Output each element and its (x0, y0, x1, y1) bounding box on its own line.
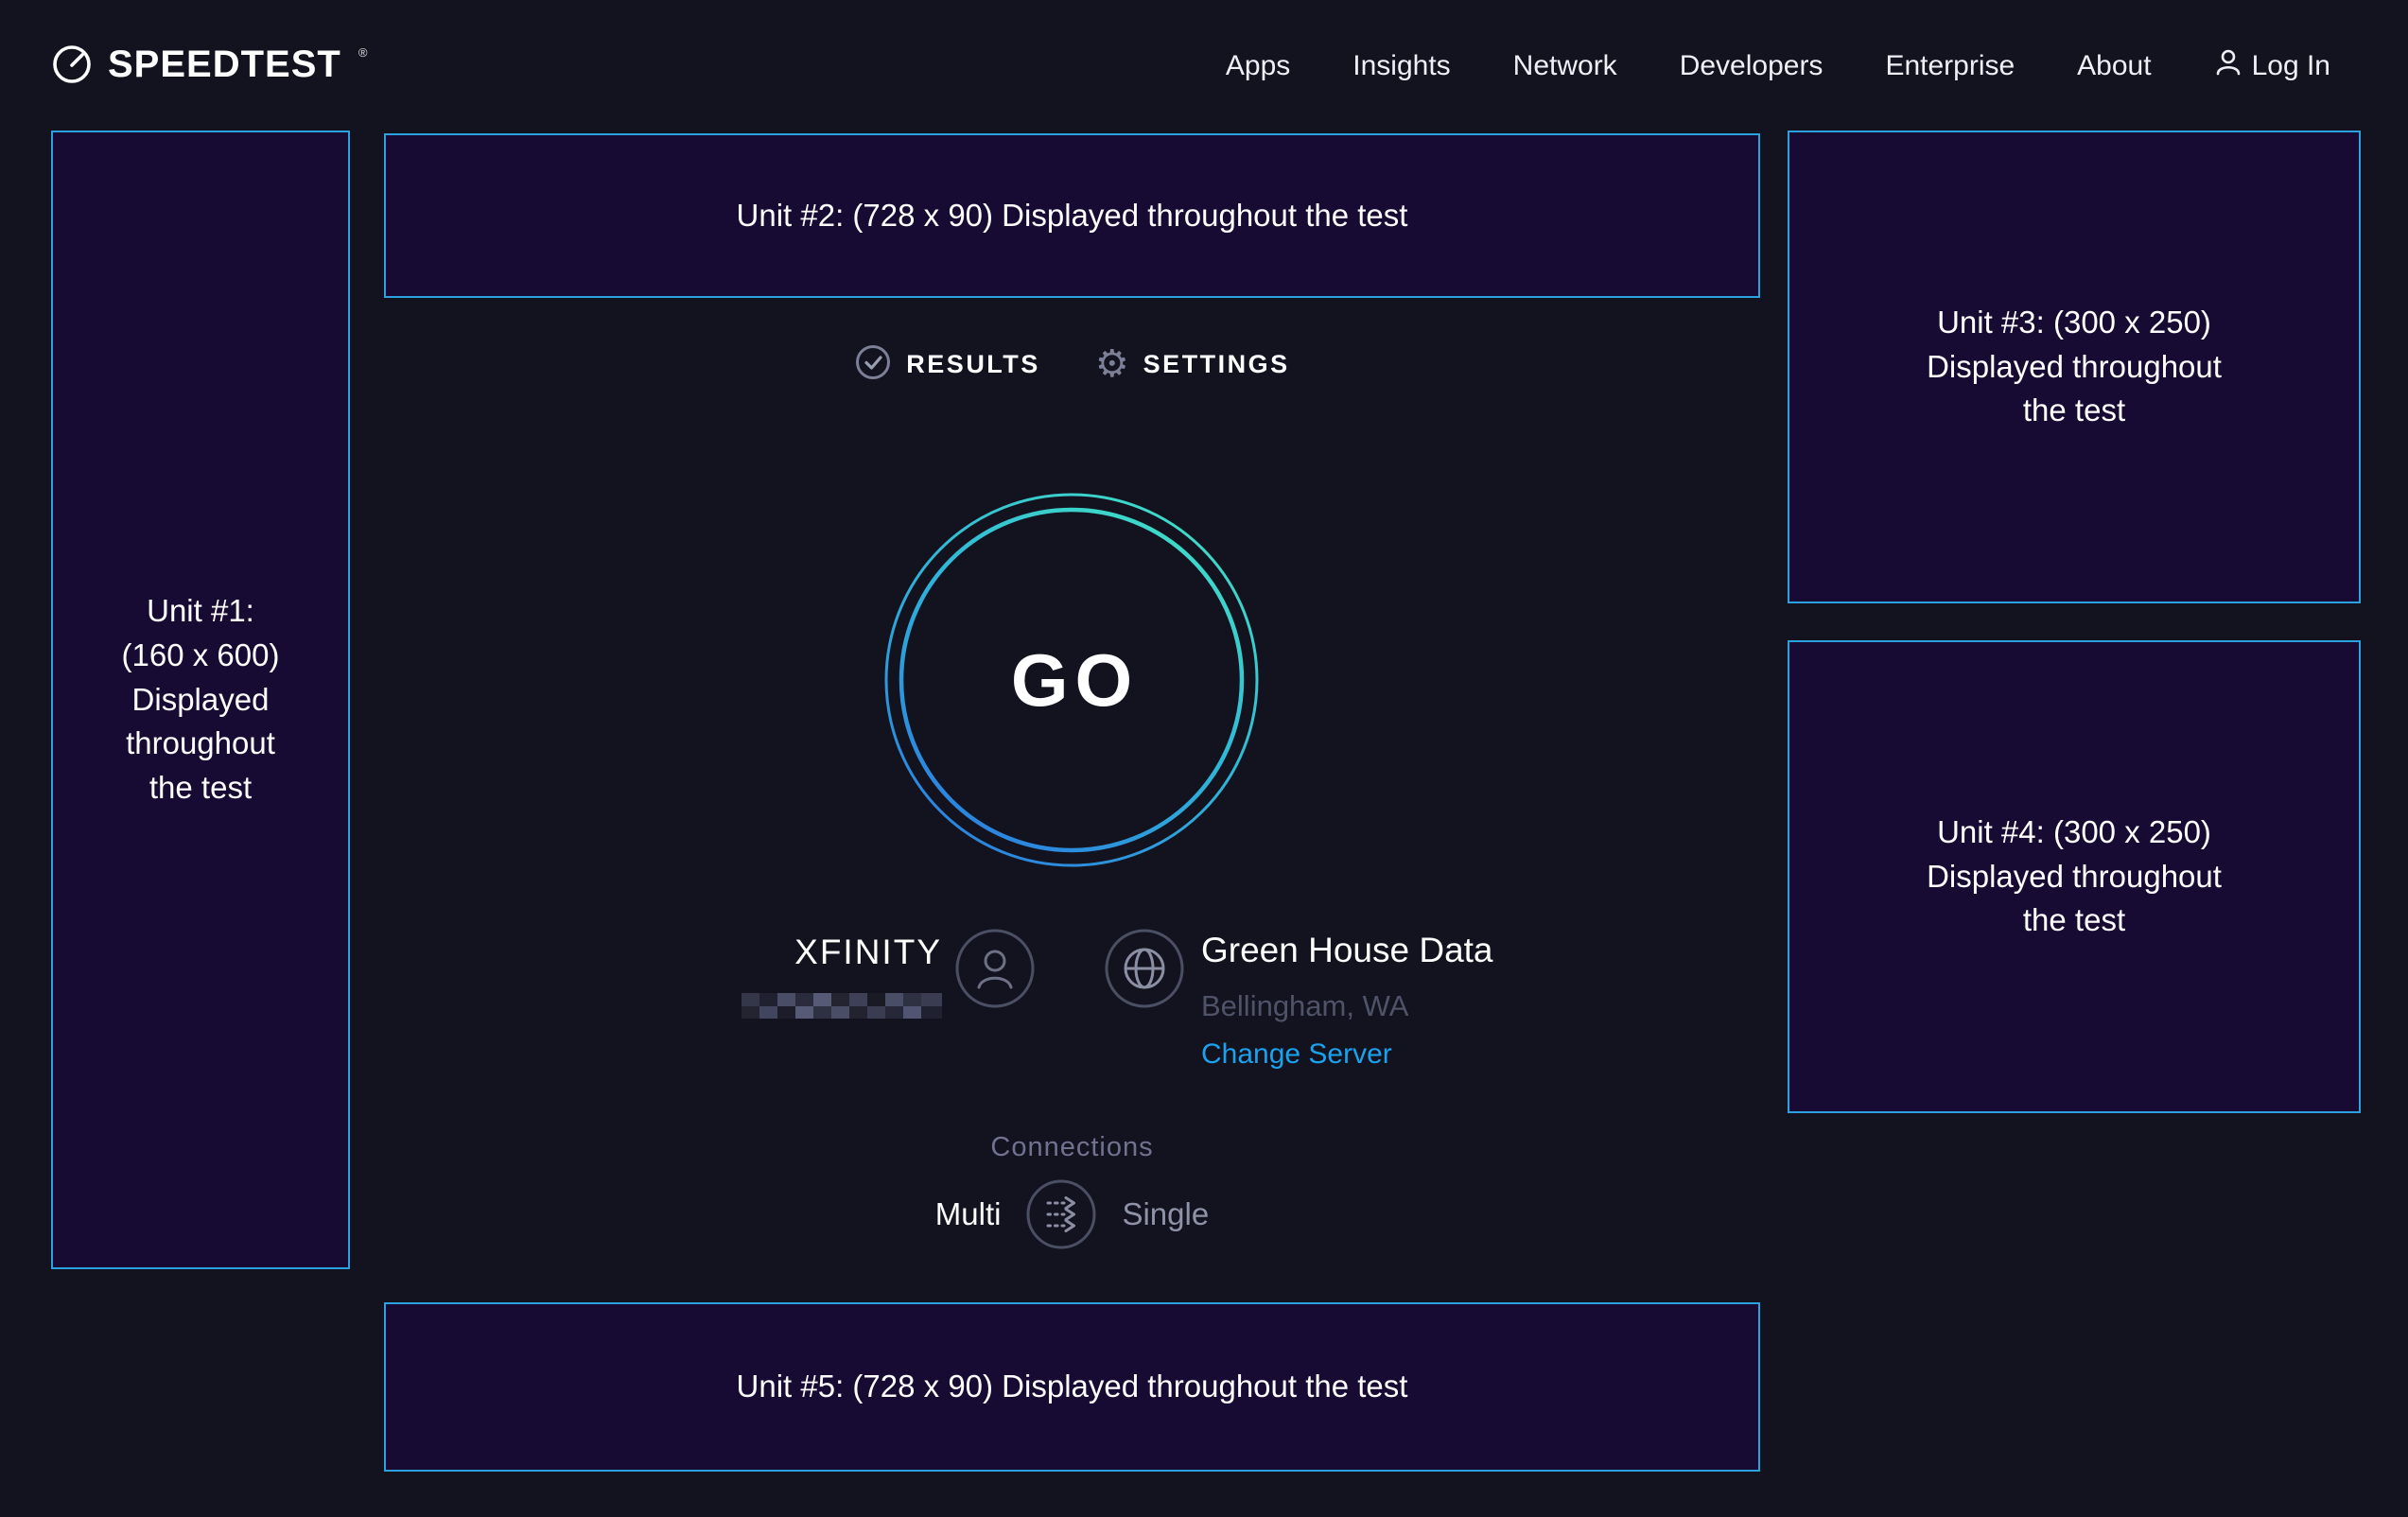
connections-row: Multi Single (384, 1178, 1760, 1250)
top-nav-bar: SPEEDTEST ® Apps Insights Network Develo… (0, 0, 2408, 132)
nav-item-about[interactable]: About (2077, 50, 2151, 82)
tabs-row: RESULTS ⚙ SETTINGS (384, 342, 1760, 386)
nav-item-enterprise[interactable]: Enterprise (1885, 50, 2015, 82)
nav-item-network[interactable]: Network (1513, 50, 1617, 82)
server-location: Bellingham, WA (1201, 989, 1408, 1023)
speedtest-logo[interactable]: SPEEDTEST ® (51, 44, 365, 90)
gear-icon: ⚙ (1095, 345, 1129, 383)
ad-unit-3-text: Unit #3: (300 x 250) Displayed throughou… (1927, 301, 2222, 434)
ad-unit-1-skyscraper[interactable]: Unit #1: (160 x 600) Displayed throughou… (51, 131, 350, 1269)
nav-item-insights[interactable]: Insights (1352, 50, 1450, 82)
go-label: GO (882, 491, 1261, 869)
nav-item-apps[interactable]: Apps (1226, 50, 1290, 82)
isp-user-icon[interactable] (955, 929, 1035, 1013)
user-icon (2214, 47, 2242, 85)
connection-mode-toggle-icon[interactable] (1025, 1178, 1097, 1250)
ad-unit-5-leaderboard[interactable]: Unit #5: (728 x 90) Displayed throughout… (384, 1302, 1760, 1472)
ad-unit-5-text: Unit #5: (728 x 90) Displayed throughout… (737, 1365, 1408, 1409)
tab-results[interactable]: RESULTS (854, 343, 1040, 386)
speedometer-icon (51, 44, 93, 90)
ad-unit-4-text: Unit #4: (300 x 250) Displayed throughou… (1927, 811, 2222, 944)
ad-unit-1-text: Unit #1: (160 x 600) Displayed throughou… (122, 589, 280, 811)
ad-unit-2-text: Unit #2: (728 x 90) Displayed throughout… (737, 194, 1408, 238)
ad-unit-2-leaderboard[interactable]: Unit #2: (728 x 90) Displayed throughout… (384, 133, 1760, 298)
globe-icon (1105, 929, 1184, 1013)
tab-results-label: RESULTS (906, 350, 1040, 379)
ad-unit-3-rectangle[interactable]: Unit #3: (300 x 250) Displayed throughou… (1788, 131, 2361, 603)
login-label: Log In (2252, 50, 2330, 82)
isp-name: XFINITY (794, 933, 942, 972)
connection-mode-single[interactable]: Single (1122, 1196, 1209, 1232)
tab-settings[interactable]: ⚙ SETTINGS (1095, 345, 1290, 383)
isp-ip-redacted (742, 993, 942, 1019)
check-circle-icon (854, 343, 892, 386)
nav-item-developers[interactable]: Developers (1680, 50, 1823, 82)
login-button[interactable]: Log In (2214, 47, 2330, 85)
brand-trademark: ® (358, 45, 368, 60)
ad-unit-4-rectangle[interactable]: Unit #4: (300 x 250) Displayed throughou… (1788, 640, 2361, 1113)
main-nav: Apps Insights Network Developers Enterpr… (1226, 47, 2330, 85)
change-server-link[interactable]: Change Server (1201, 1038, 1392, 1071)
brand-name: SPEEDTEST (108, 44, 341, 85)
connections-label: Connections (384, 1132, 1760, 1163)
go-button[interactable]: GO (882, 491, 1261, 869)
tab-settings-label: SETTINGS (1143, 350, 1290, 379)
server-name: Green House Data (1201, 931, 1493, 970)
connection-mode-multi[interactable]: Multi (935, 1196, 1002, 1232)
speedtest-page: SPEEDTEST ® Apps Insights Network Develo… (0, 0, 2408, 1517)
